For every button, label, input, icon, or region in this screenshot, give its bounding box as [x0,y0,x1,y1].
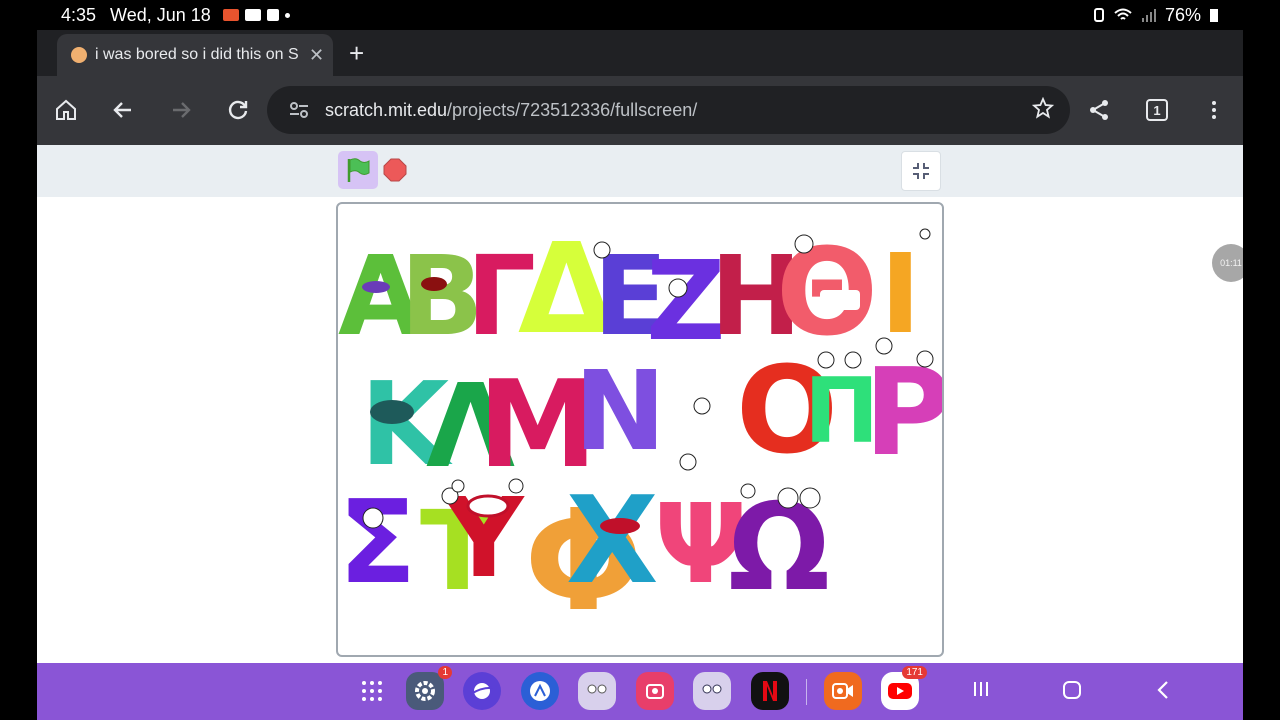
face-icon [587,684,607,694]
address-bar[interactable]: scratch.mit.edu/projects/723512336/fulls… [267,86,1070,134]
gallery-assist-app[interactable] [521,672,559,710]
recents-icon [974,682,988,696]
share-button[interactable] [1083,94,1115,126]
home-circle-icon [1063,681,1081,699]
home-button[interactable] [50,94,82,126]
floating-timer-bubble[interactable]: 01:11 [1212,244,1243,282]
status-date: Wed, Jun 18 [110,4,211,25]
grid-icon [362,681,382,701]
battery-percent: 76% [1164,4,1201,25]
samsung-internet-app[interactable] [463,672,501,710]
arc-icon [530,681,550,701]
planet-icon [470,683,494,699]
camera-icon [646,684,664,699]
tab-close-icon[interactable]: ✕ [309,45,324,66]
kebab-menu-icon [1212,101,1216,119]
recorder-app[interactable] [824,672,862,710]
scratch-favicon-icon [71,47,87,63]
tab-count-icon: 1 [1146,99,1168,121]
taskbar-divider [806,679,807,705]
stop-sign-icon [383,158,407,182]
character-app-2[interactable] [693,672,731,710]
tab-bar: i was bored so i did this on S ✕ + [37,30,1243,76]
wifi-icon [1114,8,1132,20]
green-flag-button[interactable] [338,151,378,189]
taskbar: 1 171 [37,663,1243,720]
back-button[interactable] [107,94,139,126]
app-drawer-button[interactable] [353,672,391,710]
browser-tab[interactable]: i was bored so i did this on S ✕ [57,34,333,76]
new-tab-button[interactable]: + [349,38,364,69]
status-bar: 4:35 Wed, Jun 18 76% [37,0,1243,30]
netflix-app[interactable] [751,672,789,710]
dot-icon [284,12,290,18]
youtube-badge: 171 [902,666,927,679]
screen-recorder-icon [222,9,239,21]
device-screen: 4:35 Wed, Jun 18 76% i was bored so i di… [37,0,1243,720]
signal-icon [1141,9,1156,22]
youtube-icon [244,9,261,21]
netflix-icon [763,681,777,701]
youtube-play-icon [888,683,912,699]
browser-toolbar: scratch.mit.edu/projects/723512336/fulls… [37,76,1243,145]
forward-arrow-icon [173,102,191,118]
forward-button[interactable] [165,94,197,126]
bookmark-star-icon[interactable] [1031,96,1055,124]
home-icon [56,99,76,120]
youtube-app[interactable]: 171 [881,666,927,710]
tab-title: i was bored so i did this on S [95,46,299,63]
battery-saver-icon [1093,8,1104,22]
url-path: /projects/723512336/fullscreen/ [447,99,698,120]
notification-icons [222,9,290,21]
back-chevron-icon [1157,681,1168,699]
settings-app[interactable]: 1 [406,666,452,710]
site-settings-icon[interactable] [279,99,319,121]
reload-button[interactable] [222,94,254,126]
tab-switcher-button[interactable]: 1 [1141,94,1173,126]
video-camera-icon [832,683,853,699]
greek-alphabet-artwork: Α Β Γ Δ Ε Ζ Η Θ Ι Κ Λ Μ Ν Ο Π Ρ Σ Τ Υ Φ … [338,217,942,643]
exit-fullscreen-button[interactable] [901,151,941,191]
url-text[interactable]: scratch.mit.edu/projects/723512336/fulls… [325,100,697,121]
character-app-1[interactable] [578,672,616,710]
status-time: 4:35 [61,4,97,25]
letter-nu: Ν [574,347,666,475]
checkbox-icon [266,9,279,21]
gear-icon [415,681,435,701]
green-flag-icon [347,158,370,182]
reload-icon [228,100,248,120]
scratch-stage[interactable]: Α Β Γ Δ Ε Ζ Η Θ Ι Κ Λ Μ Ν Ο Π Ρ Σ Τ Υ Φ … [336,202,944,657]
back-arrow-icon [113,102,131,118]
back-nav-button[interactable] [1153,679,1173,707]
stop-button[interactable] [383,158,407,182]
url-host: scratch.mit.edu [325,99,448,120]
scratch-controls-bar [37,145,1243,197]
screen-recorder-app[interactable] [636,672,674,710]
share-icon [1090,100,1108,120]
settings-badge: 1 [438,666,452,679]
exit-fullscreen-icon [913,163,929,179]
letter-chi: Χ [566,472,659,611]
face-icon [702,684,722,694]
home-nav-button[interactable] [1061,679,1083,707]
battery-icon [1210,9,1218,22]
letter-sigma: Σ [338,476,417,610]
recents-button[interactable] [971,679,991,705]
menu-button[interactable] [1198,94,1230,126]
status-right: 76% [1093,5,1219,26]
